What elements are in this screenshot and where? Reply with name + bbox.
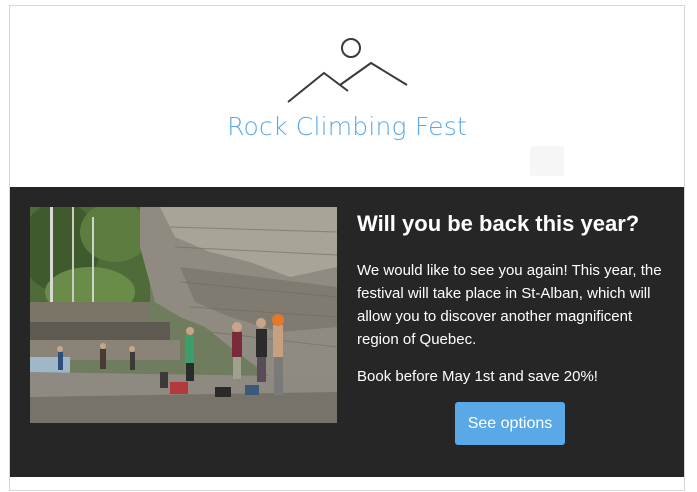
hero-heading: Will you be back this year? (357, 211, 640, 236)
hero-section: Will you be back this year? We would lik… (10, 187, 684, 477)
climbing-photo (30, 207, 337, 423)
promo-text: Book before May 1st and save 20%! (357, 368, 598, 385)
email-container: Rock Climbing Fest Will you be back this… (9, 5, 685, 491)
brand-name: Rock Climbing Fest (227, 112, 467, 141)
see-options-button[interactable]: See options (455, 402, 565, 445)
hero-body-text: We would like to see you again! This yea… (357, 262, 662, 348)
footer-strip (10, 477, 684, 490)
mountain-sun-icon (287, 38, 408, 103)
email-header: Rock Climbing Fest (10, 6, 684, 187)
placeholder-block (530, 146, 564, 176)
